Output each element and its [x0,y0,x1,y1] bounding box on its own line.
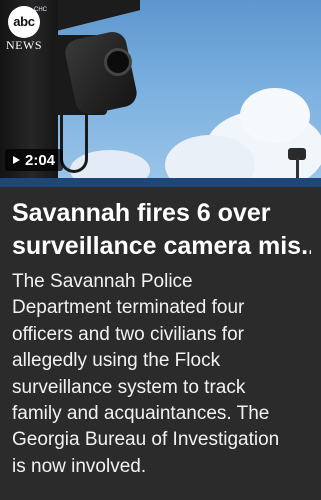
accent-bar [0,178,321,187]
news-card[interactable]: abc CHC NEWS 2:04 Savannah fires 6 over … [0,0,321,500]
news-label: NEWS [6,38,42,52]
video-duration: 2:04 [25,151,56,169]
headline[interactable]: Savannah fires 6 over surveillance camer… [0,187,321,263]
summary-line: The Savannah Police [12,271,193,292]
street-lamp-post [296,158,299,178]
article-summary: The Savannah Police Department terminate… [0,263,321,480]
summary-line: family and acquaintances. The [12,403,270,425]
headline-line: Savannah fires 6 over [12,199,271,227]
summary-line: allegedly using the Flock [12,350,221,372]
summary-line: Georgia Bureau of Investigation [12,429,280,451]
headline-line: surveillance camera mis... [12,232,311,260]
camera-lens [104,48,132,76]
play-icon [13,156,20,164]
summary-line: is now involved. [12,455,147,477]
cloud-decoration [240,88,310,143]
abc-logo-subtext: CHC [34,7,47,13]
video-duration-badge[interactable]: 2:04 [5,149,64,171]
video-thumbnail[interactable]: abc CHC NEWS 2:04 [0,0,321,178]
summary-line: officers and two civilians for [12,323,244,345]
camera-cable [60,110,88,173]
summary-line: Department terminated four [12,297,245,319]
summary-line: surveillance system to track [12,376,246,398]
